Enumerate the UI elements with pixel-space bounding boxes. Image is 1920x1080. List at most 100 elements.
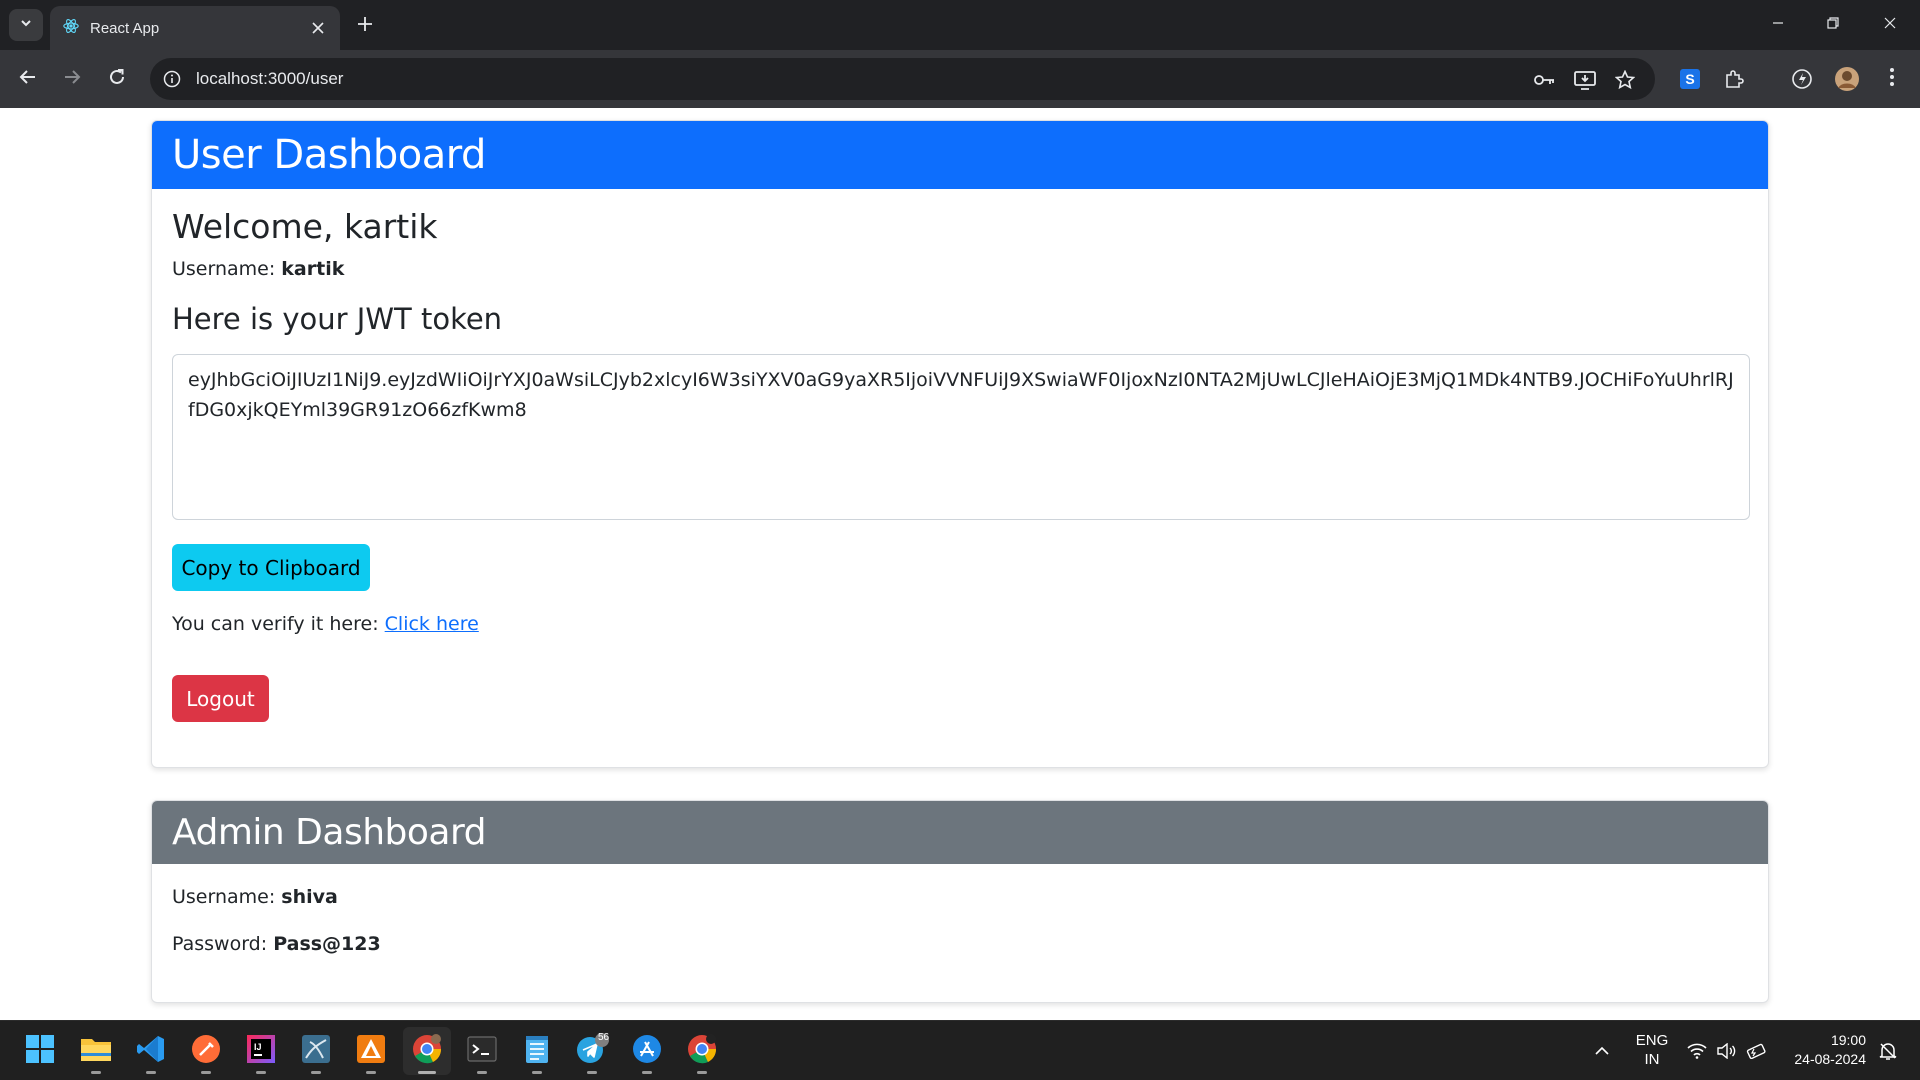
performance-icon[interactable] [1788, 65, 1816, 93]
start-button[interactable] [16, 1027, 64, 1075]
taskbar-file-explorer[interactable] [72, 1027, 120, 1075]
bookmark-star-icon[interactable] [1612, 67, 1638, 93]
chrome-menu-button[interactable] [1878, 65, 1906, 93]
sourcetree-icon [356, 1034, 386, 1069]
extensions-puzzle-icon[interactable] [1721, 65, 1749, 93]
admin-dashboard-body: Username: shiva Password: Pass@123 [152, 864, 1768, 975]
language-region: IN [1644, 1051, 1660, 1068]
admin-username-value: shiva [281, 886, 338, 908]
taskbar-postman[interactable] [182, 1027, 230, 1075]
verify-line: You can verify it here: Click here [172, 613, 1748, 635]
extension-s-icon[interactable]: S [1676, 65, 1704, 93]
volume-icon[interactable] [1714, 1039, 1738, 1063]
taskbar-mysql-workbench[interactable] [292, 1027, 340, 1075]
react-favicon-icon [62, 17, 80, 40]
user-dashboard-card: User Dashboard Welcome, kartik Username:… [151, 120, 1769, 768]
user-username-line: Username: kartik [172, 258, 1748, 280]
telegram-unread-badge: 56 [598, 1032, 610, 1043]
notification-bell-icon[interactable] [1876, 1039, 1900, 1063]
admin-dashboard-title: Admin Dashboard [172, 812, 487, 853]
arrow-right-icon [63, 68, 81, 91]
running-indicator [532, 1071, 542, 1074]
taskbar-sourcetree[interactable] [347, 1027, 395, 1075]
taskbar-notepad[interactable] [513, 1027, 561, 1075]
running-indicator [146, 1071, 156, 1074]
verify-link[interactable]: Click here [385, 613, 479, 635]
clock-date: 24-08-2024 [1794, 1051, 1866, 1067]
running-indicator [418, 1071, 436, 1074]
user-dashboard-body: Welcome, kartik Username: kartik Here is… [152, 189, 1768, 742]
taskbar-app-store[interactable] [623, 1027, 671, 1075]
address-bar[interactable]: localhost:3000/user [150, 58, 1655, 100]
site-info-icon[interactable] [162, 69, 182, 89]
install-app-icon[interactable] [1572, 67, 1598, 93]
admin-password-label: Password: [172, 933, 274, 955]
user-dashboard-title: User Dashboard [172, 132, 486, 178]
running-indicator [587, 1071, 597, 1074]
chrome-profile-icon [686, 1033, 718, 1070]
taskbar-terminal[interactable] [458, 1027, 506, 1075]
close-tab-icon[interactable] [308, 18, 328, 38]
svg-text:IJ: IJ [254, 1042, 262, 1052]
running-indicator [201, 1071, 211, 1074]
password-key-icon[interactable] [1532, 67, 1558, 93]
back-button[interactable] [12, 63, 44, 95]
taskbar-vscode[interactable] [127, 1027, 175, 1075]
arrow-left-icon [19, 68, 37, 91]
browser-tab-strip: React App [0, 0, 1920, 50]
postman-icon [191, 1034, 221, 1069]
admin-username-line: Username: shiva [172, 886, 1748, 908]
svg-text:S: S [1685, 71, 1694, 87]
taskbar-chrome[interactable] [403, 1027, 451, 1075]
language-code: ENG [1635, 1032, 1669, 1049]
running-indicator [91, 1071, 101, 1074]
jwt-heading: Here is your JWT token [172, 302, 503, 336]
new-tab-button[interactable] [350, 11, 380, 41]
minimize-button[interactable] [1758, 8, 1798, 42]
logout-button[interactable]: Logout [172, 675, 269, 722]
welcome-name: kartik [343, 207, 438, 246]
windows-logo-icon [25, 1034, 55, 1069]
restore-button[interactable] [1813, 8, 1853, 42]
browser-tab[interactable]: React App [50, 6, 340, 50]
profile-avatar[interactable] [1833, 65, 1861, 93]
battery-icon[interactable] [1744, 1039, 1768, 1063]
clock-time: 19:00 [1830, 1032, 1866, 1048]
admin-dashboard-card: Admin Dashboard Username: shiva Password… [151, 800, 1769, 1003]
running-indicator [477, 1071, 487, 1074]
clock[interactable]: 19:00 24-08-2024 [1776, 1031, 1866, 1069]
tab-title: React App [90, 19, 160, 37]
close-icon [1883, 16, 1897, 35]
mysql-workbench-icon [301, 1034, 331, 1069]
url-text: localhost:3000/user [196, 69, 344, 88]
taskbar-intellij[interactable]: IJ [237, 1027, 285, 1075]
reload-button[interactable] [101, 63, 133, 95]
forward-button[interactable] [56, 63, 88, 95]
page-viewport: User Dashboard Welcome, kartik Username:… [0, 108, 1920, 1020]
show-hidden-icons-chevron-up-icon[interactable] [1590, 1039, 1614, 1063]
terminal-icon [467, 1035, 497, 1068]
reload-icon [108, 68, 126, 91]
copy-to-clipboard-button[interactable]: Copy to Clipboard [172, 544, 370, 591]
admin-password-value: Pass@123 [273, 933, 381, 955]
browser-toolbar: localhost:3000/user S [0, 50, 1920, 108]
username-value: kartik [281, 258, 345, 280]
admin-username-label: Username: [172, 886, 282, 908]
wifi-icon[interactable] [1685, 1039, 1709, 1063]
app-store-icon [632, 1034, 662, 1069]
taskbar-chrome-profile-2[interactable] [678, 1027, 726, 1075]
chevron-down-icon [19, 16, 33, 35]
close-window-button[interactable] [1870, 8, 1910, 42]
chrome-icon [411, 1033, 443, 1070]
tab-search-button[interactable] [9, 9, 43, 41]
taskbar-telegram[interactable]: 56 [568, 1027, 616, 1075]
input-language-indicator[interactable]: ENG IN [1628, 1031, 1676, 1069]
running-indicator [366, 1071, 376, 1074]
running-indicator [311, 1071, 321, 1074]
running-indicator [642, 1071, 652, 1074]
admin-password-line: Password: Pass@123 [172, 933, 1748, 955]
jwt-token-textarea[interactable]: eyJhbGciOiJIUzI1NiJ9.eyJzdWIiOiJrYXJ0aWs… [172, 354, 1750, 520]
intellij-icon: IJ [246, 1034, 276, 1069]
plus-icon [357, 16, 373, 37]
running-indicator [256, 1071, 266, 1074]
